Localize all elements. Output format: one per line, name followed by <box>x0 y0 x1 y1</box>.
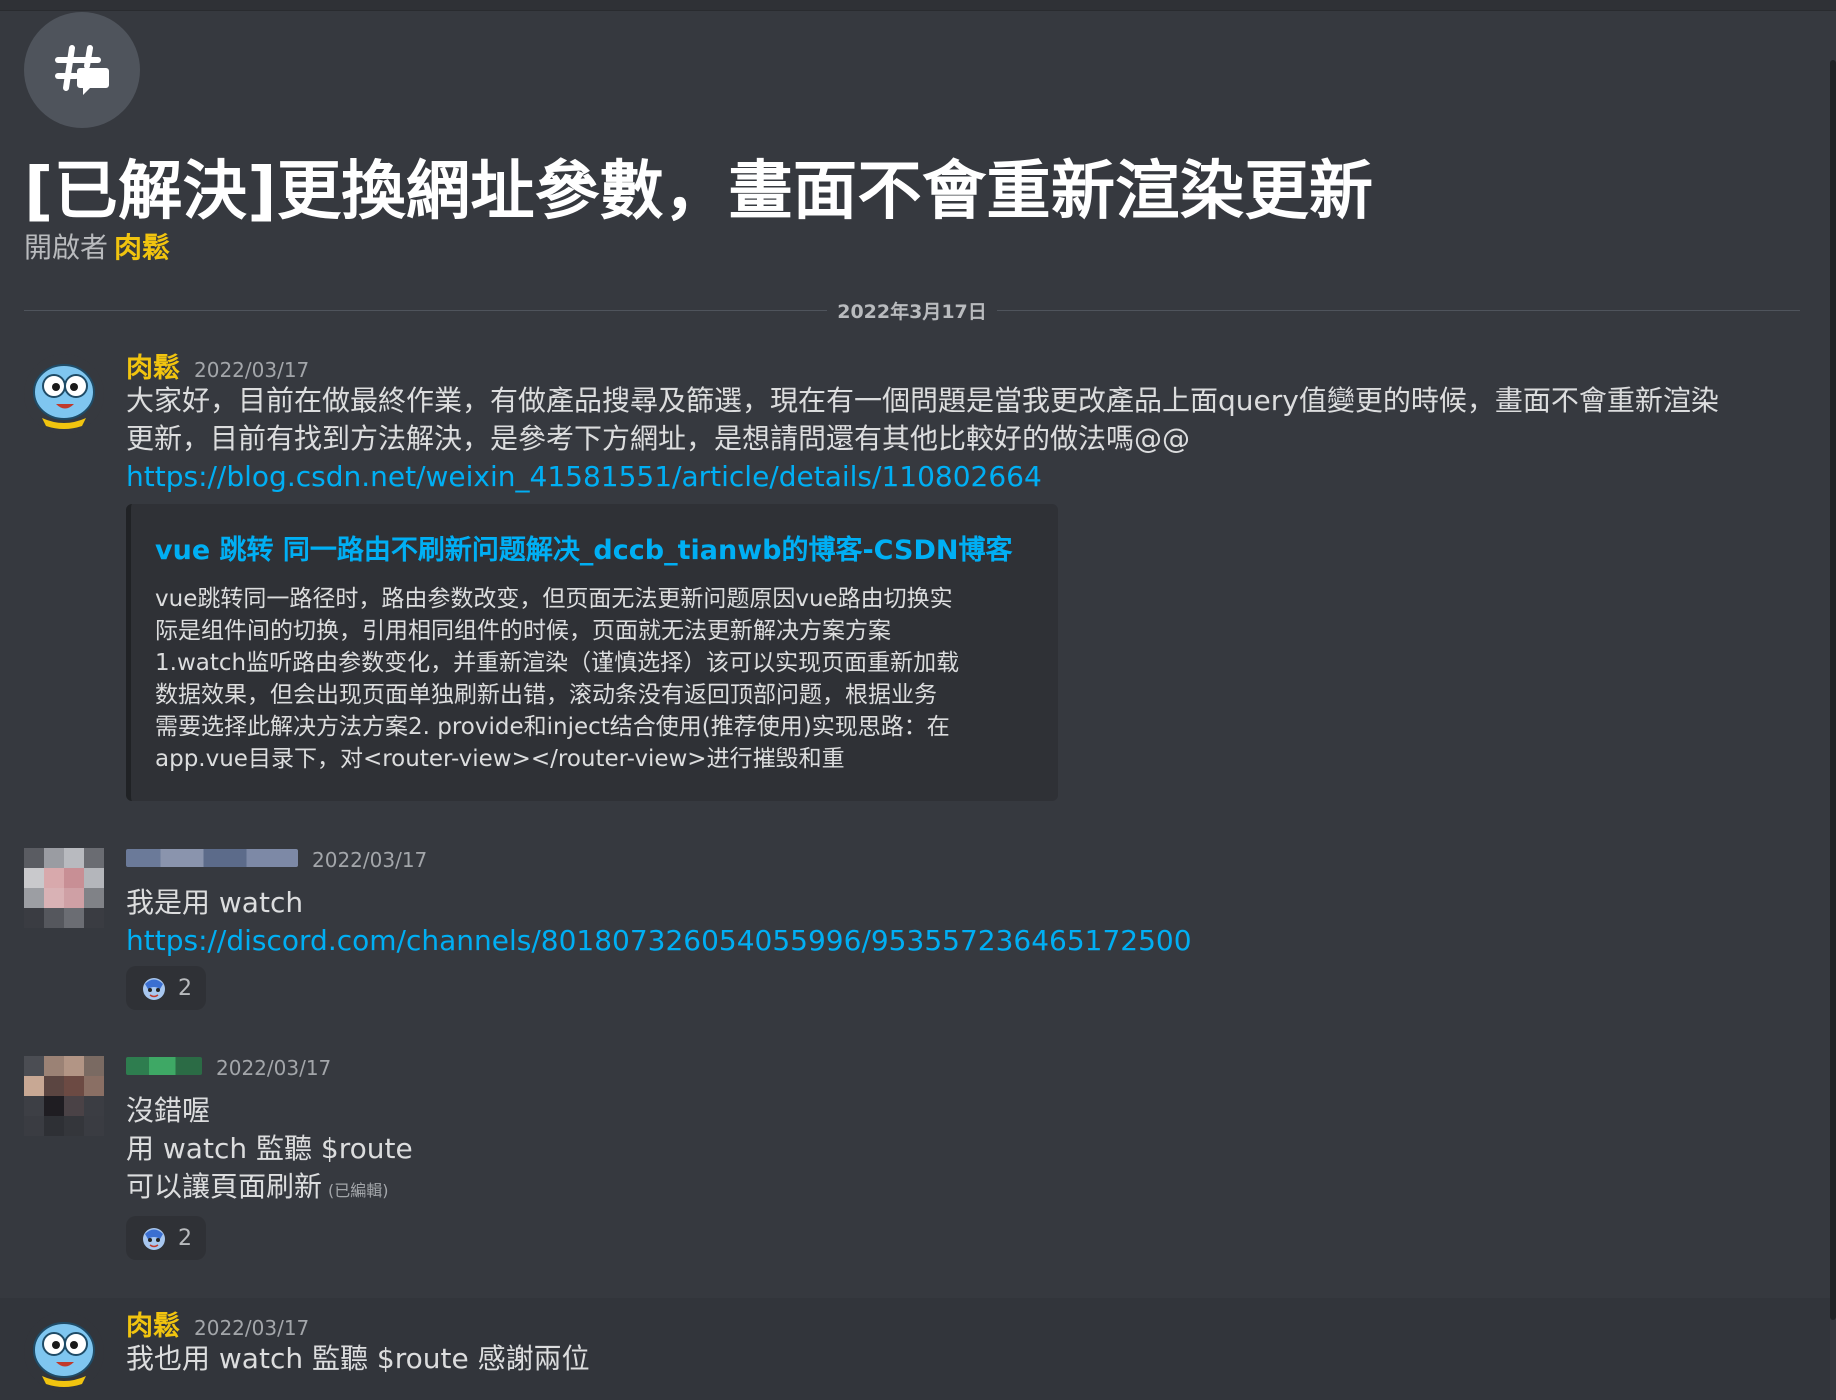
reaction[interactable]: 2 <box>126 966 206 1010</box>
username-redacted <box>126 849 298 867</box>
timestamp: 2022/03/17 <box>194 1316 310 1340</box>
username-redacted <box>126 1057 202 1075</box>
opener-name[interactable]: 肉鬆 <box>114 231 170 264</box>
pixelated-avatar-icon <box>24 848 104 928</box>
timestamp: 2022/03/17 <box>312 848 428 872</box>
divider-line <box>996 309 1801 311</box>
divider-line <box>24 309 828 311</box>
message-header: 2022/03/17 <box>126 1056 1806 1092</box>
timestamp: 2022/03/17 <box>216 1056 332 1080</box>
fish-avatar-icon <box>24 354 104 434</box>
edited-label: (已編輯) <box>328 1181 389 1200</box>
pixelated-avatar-icon <box>24 1056 104 1136</box>
username[interactable]: 肉鬆 <box>126 346 180 385</box>
avatar[interactable] <box>24 1056 104 1136</box>
message-text: 大家好，目前在做最終作業，有做產品搜尋及篩選，現在有一個問題是當我更改產品上面q… <box>126 384 1719 455</box>
embed-title[interactable]: vue 跳转 同一路由不刷新问题解决_dccb_tianwb的博客-CSDN博客 <box>155 528 1034 567</box>
avatar[interactable] <box>24 848 104 928</box>
reaction-count: 2 <box>178 1225 192 1251</box>
embed-description: vue跳转同一路径时，路由参数改变，但页面无法更新问题原因vue路由切换实 际是… <box>155 586 960 772</box>
message-header: 2022/03/17 <box>126 848 1806 884</box>
message-link[interactable]: https://discord.com/channels/80180732605… <box>126 922 1806 960</box>
thread-icon <box>24 12 140 128</box>
timestamp: 2022/03/17 <box>194 358 310 382</box>
message-text: 可以讓頁面刷新 <box>126 1170 323 1203</box>
custom-emoji-icon <box>143 978 165 1000</box>
avatar[interactable] <box>24 354 104 434</box>
message-link[interactable]: https://blog.csdn.net/weixin_41581551/ar… <box>126 458 1806 496</box>
thread-title: [已解決]更換網址參數，畫面不會重新渲染更新 <box>24 155 1374 229</box>
message-text: 用 watch 監聽 $route <box>126 1132 413 1165</box>
thread-opener: 開啟者 肉鬆 <box>24 226 170 266</box>
username[interactable]: 肉鬆 <box>126 1304 180 1343</box>
custom-emoji-icon <box>143 1228 165 1250</box>
fish-avatar-icon <box>24 1312 104 1392</box>
reaction[interactable]: 2 <box>126 1216 206 1260</box>
message-header: 肉鬆 2022/03/17 <box>126 346 1806 385</box>
link-embed: vue 跳转 同一路由不刷新问题解决_dccb_tianwb的博客-CSDN博客… <box>126 504 1058 801</box>
opener-prefix: 開啟者 <box>24 231 109 264</box>
message-text-line: 可以讓頁面刷新 (已編輯) <box>126 1168 1806 1210</box>
avatar[interactable] <box>24 1312 104 1392</box>
scrollbar[interactable] <box>1830 60 1836 1320</box>
message-text: 我是用 watch <box>126 886 304 919</box>
date-divider: 2022年3月17日 <box>24 296 1801 324</box>
top-border <box>0 0 1836 11</box>
message-text: 我也用 watch 監聽 $route 感謝兩位 <box>126 1342 590 1375</box>
reaction-count: 2 <box>178 975 192 1001</box>
message-text: 沒錯喔 <box>126 1094 211 1127</box>
date-divider-label: 2022年3月17日 <box>837 300 987 323</box>
message-header: 肉鬆 2022/03/17 <box>126 1304 1806 1343</box>
